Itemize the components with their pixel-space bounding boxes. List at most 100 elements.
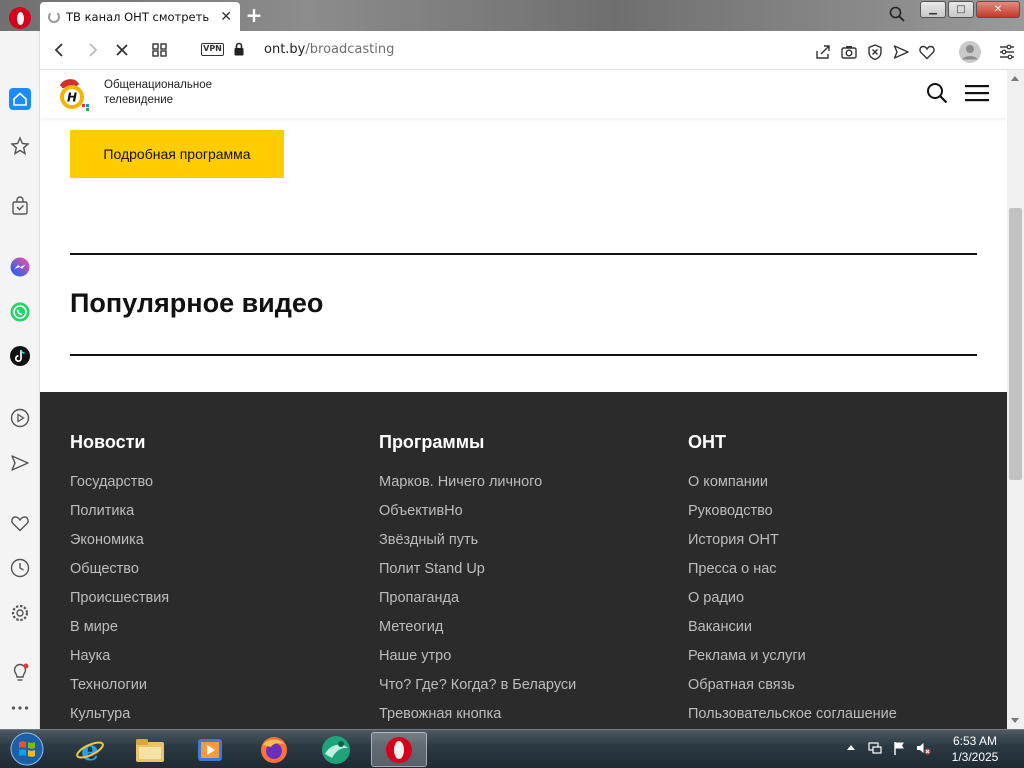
footer-link[interactable]: Звёздный путь [379,526,576,555]
footer-link[interactable]: Наше утро [379,642,576,671]
section-divider-bottom [70,354,977,356]
tab-close-icon[interactable]: ✕ [220,9,232,25]
new-tab-button[interactable]: + [244,4,264,26]
address-bar-actions [814,40,1016,64]
easy-setup-icon[interactable] [998,43,1016,61]
taskbar-clock[interactable]: 6:53 AM 1/3/2025 [935,733,1015,765]
footer-link[interactable]: Пропаганда [379,584,576,613]
pinboards-icon[interactable] [9,135,31,157]
scroll-up-arrow-icon[interactable] [1011,76,1019,81]
hamburger-menu-icon[interactable] [965,84,989,102]
ad-blocker-shield-icon[interactable] [866,43,884,61]
whatsapp-icon[interactable] [9,301,31,323]
footer-link[interactable]: Метеогид [379,613,576,642]
start-button-icon[interactable] [4,731,50,767]
footer-link[interactable]: Общество [70,555,169,584]
messenger-icon[interactable] [9,256,31,278]
footer-link[interactable]: Реклама и услуги [688,642,897,671]
taskbar-opera[interactable] [371,732,427,767]
more-options-icon[interactable] [9,697,31,719]
share-icon[interactable] [814,43,832,61]
footer-column-title[interactable]: Новости [70,432,169,453]
opera-taskbar-icon [386,736,412,763]
network-icon[interactable] [867,740,883,756]
forward-icon[interactable] [82,40,102,60]
footer-link[interactable]: Культура [70,700,169,729]
settings-gear-icon[interactable] [9,602,31,624]
url-field[interactable]: ont.by/broadcasting [264,42,394,57]
green-globe-icon [322,735,350,764]
tray-expand-arrow-icon[interactable] [843,740,859,756]
shopping-bag-icon[interactable] [9,195,31,217]
footer-link[interactable]: История ОНТ [688,526,897,555]
footer-link[interactable]: ОбъективНо [379,497,576,526]
taskbar-app-globe[interactable] [308,732,364,767]
svg-text:e: e [81,735,99,765]
detailed-program-button[interactable]: Подробная программа [70,130,284,178]
bookmark-heart-icon[interactable] [918,43,936,61]
folder-icon [136,738,164,762]
footer-column-title[interactable]: Программы [379,432,576,453]
footer-link[interactable]: Государство [70,468,169,497]
profile-avatar-icon[interactable] [958,40,982,64]
site-search-icon[interactable] [926,82,948,104]
flow-send-icon[interactable] [9,452,31,474]
tab-search-icon[interactable] [888,5,906,23]
opera-sidebar [0,31,40,729]
footer-link[interactable]: О компании [688,468,897,497]
site-header: Н Общенациональное телевидение [40,70,1007,118]
footer-link[interactable]: Политика [70,497,169,526]
send-to-flow-icon[interactable] [892,43,910,61]
volume-muted-icon[interactable] [915,740,931,756]
opera-menu-icon[interactable] [9,7,31,29]
footer-link[interactable]: Происшествия [70,584,169,613]
footer-link[interactable]: Обратная связь [688,671,897,700]
footer-link[interactable]: Технологии [70,671,169,700]
history-clock-icon[interactable] [9,557,31,579]
page-scrollbar[interactable] [1007,70,1024,729]
footer-link[interactable]: О радио [688,584,897,613]
player-icon[interactable] [9,407,31,429]
footer-column-title[interactable]: ОНТ [688,432,897,453]
site-name: Общенациональное телевидение [104,78,212,108]
footer-link[interactable]: Наука [70,642,169,671]
address-bar: VPN ont.by/broadcasting [40,31,1024,70]
scrollbar-thumb[interactable] [1009,208,1022,480]
loading-spinner-icon [48,10,60,23]
footer-link[interactable]: Пользовательское соглашение [688,700,897,729]
scroll-down-arrow-icon[interactable] [1011,718,1019,723]
footer-link[interactable]: Вакансии [688,613,897,642]
site-name-line2: телевидение [104,94,174,106]
site-footer: Новости Государство Политика Экономика О… [40,392,1007,729]
maximize-button[interactable]: □ [948,1,974,18]
lock-icon[interactable] [234,42,244,56]
taskbar-firefox[interactable] [246,732,302,767]
taskbar-internet-explorer[interactable]: e [62,732,118,767]
footer-link[interactable]: Экономика [70,526,169,555]
ont-logo[interactable]: Н [55,76,91,112]
footer-link[interactable]: Руководство [688,497,897,526]
site-name-line1: Общенациональное [104,79,213,91]
footer-link[interactable]: Что? Где? Когда? в Беларуси [379,671,576,700]
snapshot-camera-icon[interactable] [840,43,858,61]
footer-link[interactable]: Пресса о нас [688,555,897,584]
bookmarks-heart-icon[interactable] [9,512,31,534]
tiktok-icon[interactable] [9,345,31,367]
back-icon[interactable] [50,40,70,60]
vpn-badge[interactable]: VPN [201,43,224,56]
tips-lightbulb-icon[interactable] [9,662,31,684]
taskbar-media-player[interactable] [182,732,238,767]
close-window-button[interactable]: ✕ [976,1,1020,18]
speed-dial-grid-icon[interactable] [150,40,170,60]
footer-link[interactable]: В мире [70,613,169,642]
stop-loading-icon[interactable] [112,40,132,60]
footer-link[interactable]: Марков. Ничего личного [379,468,576,497]
footer-link[interactable]: Тревожная кнопка [379,700,576,729]
browser-tab-active[interactable]: ТВ канал ОНТ смотреть | с ✕ [40,2,240,31]
page-viewport: Н Общенациональное телевидение Подробная… [40,70,1007,729]
footer-link[interactable]: Полит Stand Up [379,555,576,584]
home-icon[interactable] [9,88,31,110]
action-center-flag-icon[interactable] [891,740,907,756]
taskbar-file-explorer[interactable] [122,732,178,767]
minimize-button[interactable]: ▁ [920,1,946,18]
